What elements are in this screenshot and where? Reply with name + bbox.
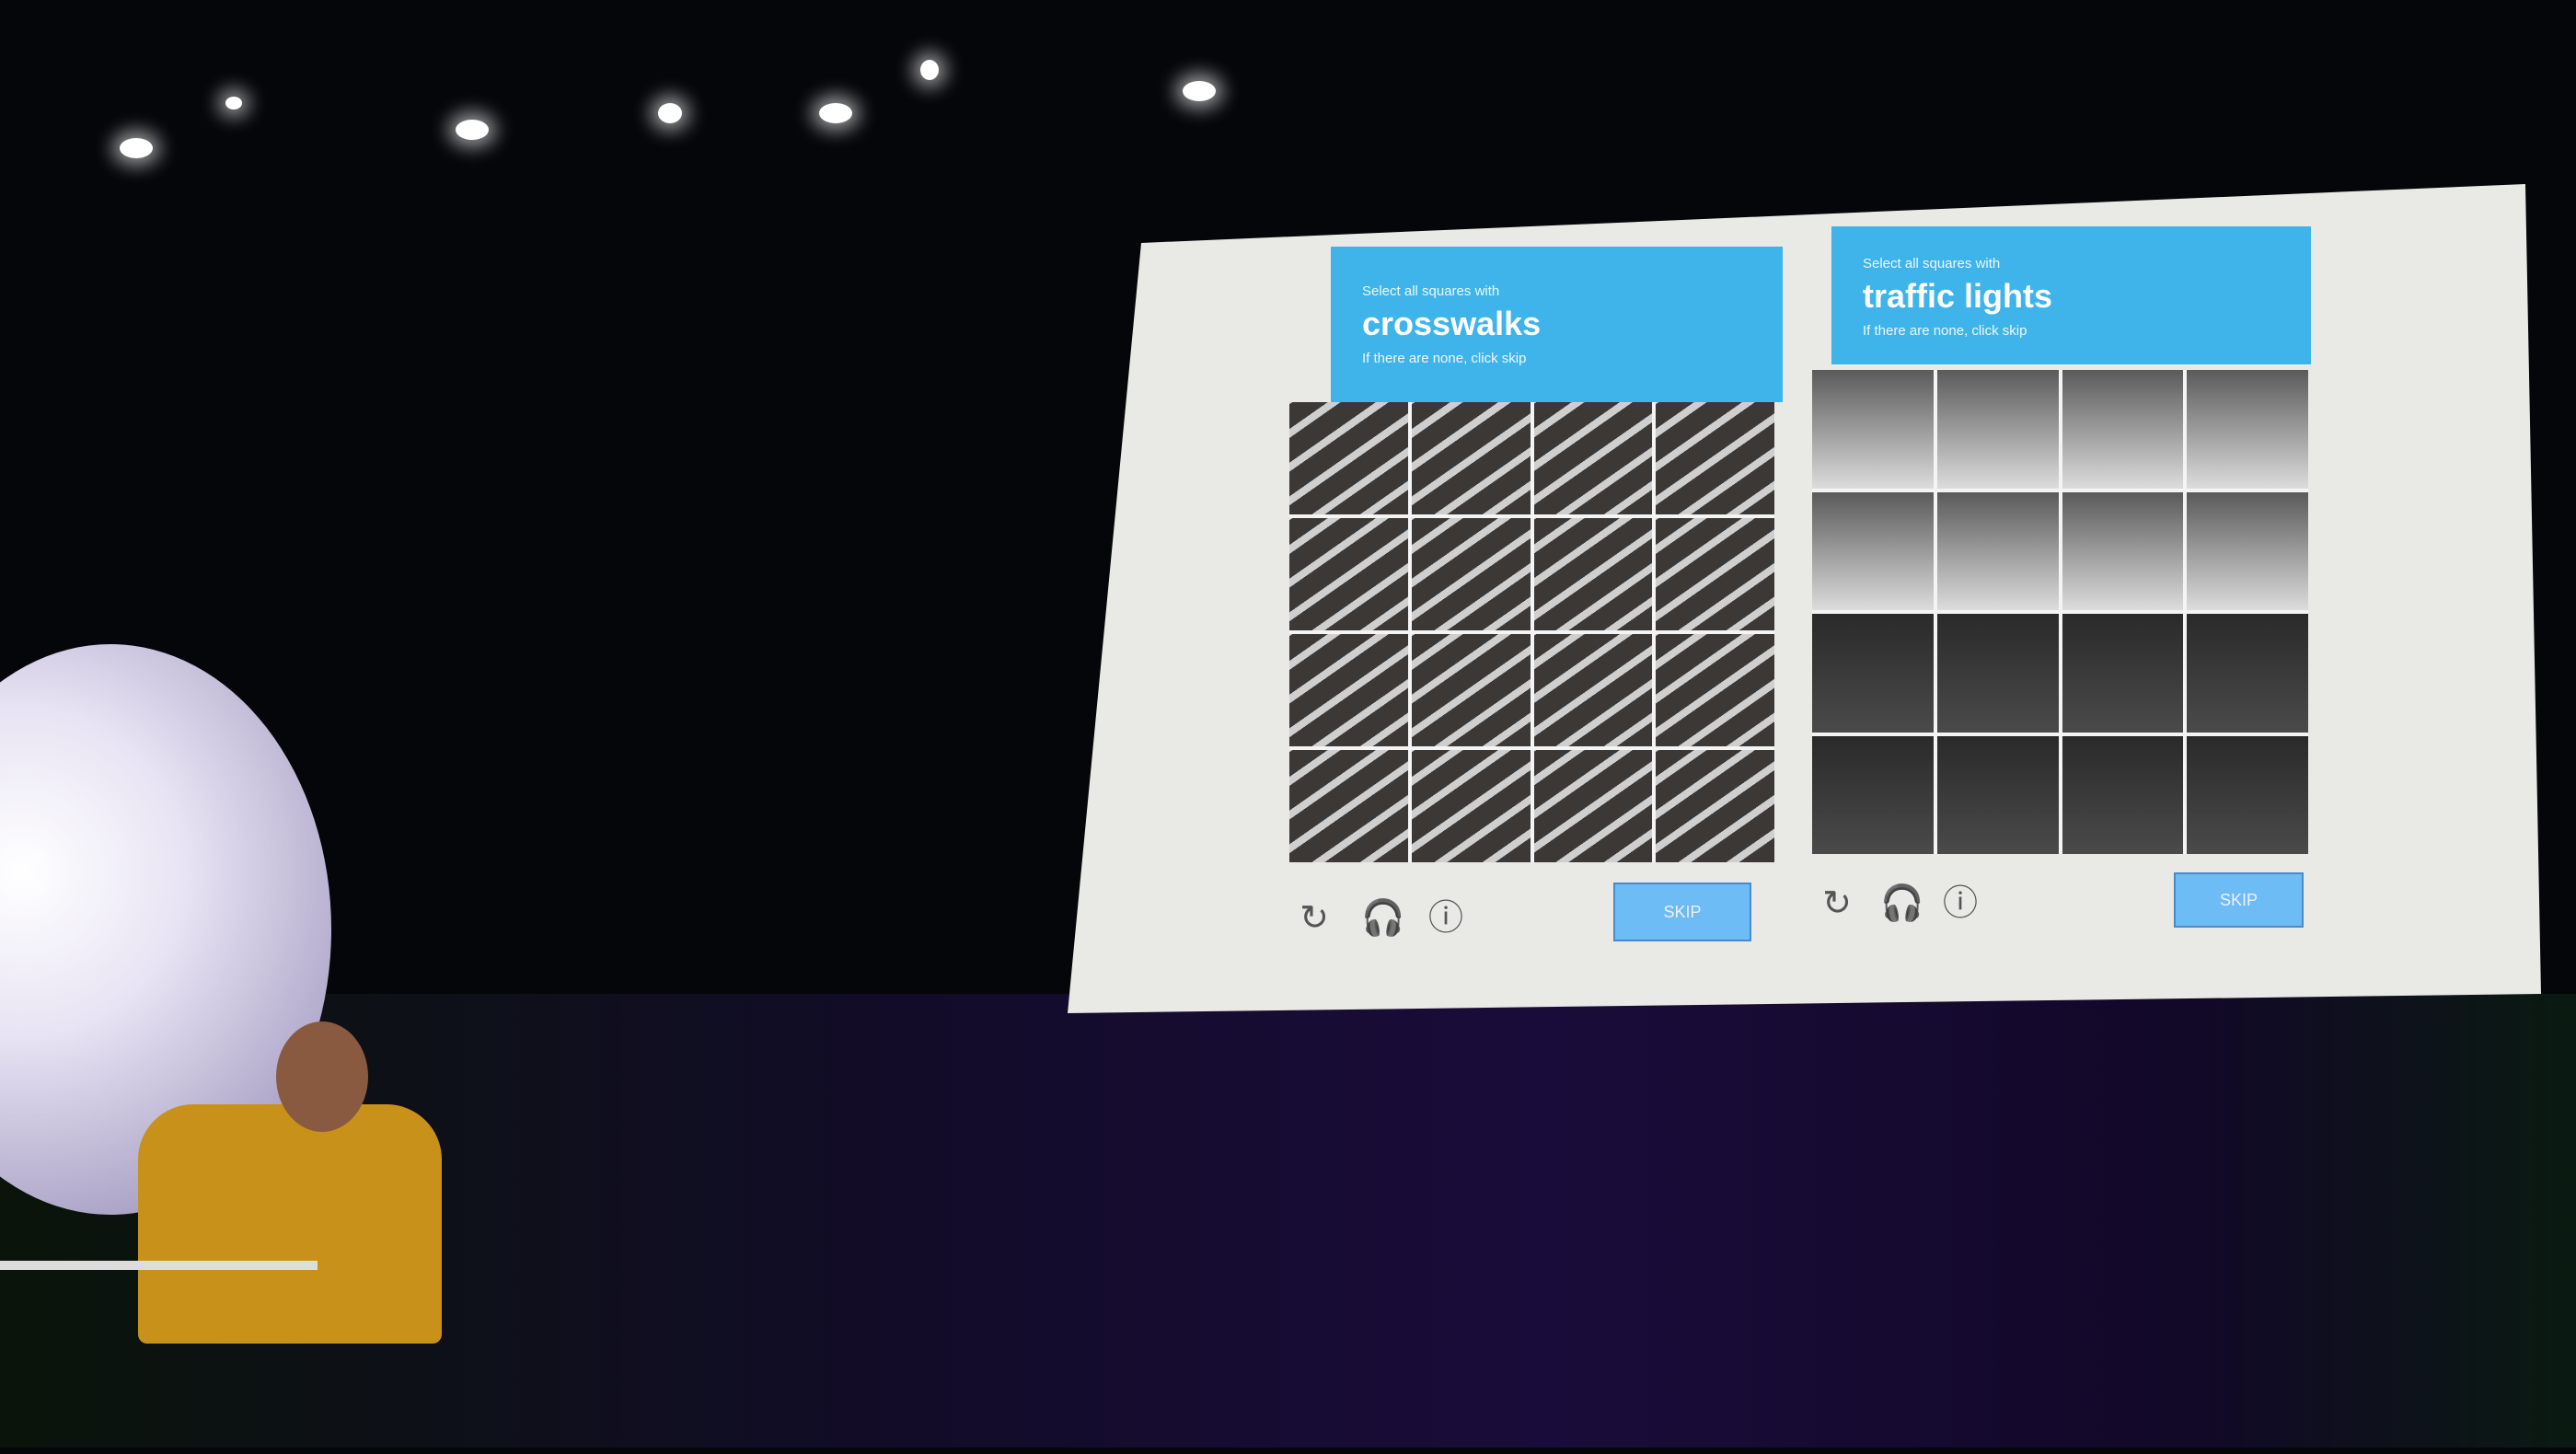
grid-tile[interactable] xyxy=(1411,402,1531,514)
grid-tile[interactable] xyxy=(1936,614,2059,733)
grid-tile[interactable] xyxy=(1411,518,1531,630)
stage-light xyxy=(225,97,242,110)
stage-light xyxy=(658,103,682,123)
grid-tile[interactable] xyxy=(1533,634,1653,746)
captcha-header-crosswalks: Select all squares with crosswalks If th… xyxy=(1331,247,1783,402)
grid-tile[interactable] xyxy=(1936,735,2059,854)
stage-light xyxy=(920,60,939,80)
grid-tile[interactable] xyxy=(1812,370,1934,489)
grid-tile[interactable] xyxy=(1812,491,1934,610)
reload-icon[interactable]: ↻ xyxy=(1819,885,1855,922)
captcha-prompt: Select all squares with xyxy=(1863,256,2001,271)
desk xyxy=(0,1261,318,1454)
grid-tile[interactable] xyxy=(1812,735,1934,854)
presenter-head xyxy=(276,1021,368,1132)
skip-button[interactable]: SKIP xyxy=(2174,872,2304,928)
grid-tile[interactable] xyxy=(1656,634,1774,746)
grid-tile[interactable] xyxy=(1533,402,1653,514)
grid-tile[interactable] xyxy=(2062,370,2184,489)
grid-tile[interactable] xyxy=(1656,518,1774,630)
grid-tile[interactable] xyxy=(1656,402,1774,514)
grid-tile[interactable] xyxy=(1936,370,2059,489)
stage-light xyxy=(819,103,852,123)
stage-light xyxy=(456,120,489,140)
grid-tile[interactable] xyxy=(1533,750,1653,862)
stage-light xyxy=(120,138,153,158)
grid-tile[interactable] xyxy=(2187,491,2308,610)
grid-tile[interactable] xyxy=(1289,750,1408,862)
grid-tile[interactable] xyxy=(1656,750,1774,862)
grid-tile[interactable] xyxy=(2062,735,2184,854)
grid-tile[interactable] xyxy=(1289,634,1408,746)
stage-light xyxy=(1183,81,1216,101)
reload-icon[interactable]: ↻ xyxy=(1296,900,1333,937)
info-icon[interactable]: ⓘ xyxy=(1942,885,1979,922)
grid-tile[interactable] xyxy=(1411,750,1531,862)
captcha-header-traffic-lights: Select all squares with traffic lights I… xyxy=(1831,226,2311,364)
skip-button[interactable]: SKIP xyxy=(1613,883,1751,941)
grid-tile[interactable] xyxy=(1812,614,1934,733)
grid-tile[interactable] xyxy=(1533,518,1653,630)
grid-tile[interactable] xyxy=(2187,614,2308,733)
captcha-hint: If there are none, click skip xyxy=(1863,323,2027,339)
captcha-hint: If there are none, click skip xyxy=(1362,351,1527,366)
grid-tile[interactable] xyxy=(2187,735,2308,854)
captcha-target: crosswalks xyxy=(1362,305,1542,342)
grid-tile[interactable] xyxy=(2187,370,2308,489)
grid-tile[interactable] xyxy=(1289,402,1408,514)
headphones-icon[interactable]: 🎧 xyxy=(1880,885,1923,922)
captcha-image-grid-crosswalks xyxy=(1289,402,1774,862)
headphones-icon[interactable]: 🎧 xyxy=(1361,900,1404,937)
grid-tile[interactable] xyxy=(2062,491,2184,610)
grid-tile[interactable] xyxy=(2062,614,2184,733)
captcha-target: traffic lights xyxy=(1863,277,2053,315)
info-icon[interactable]: ⓘ xyxy=(1427,900,1464,937)
grid-tile[interactable] xyxy=(1936,491,2059,610)
grid-tile[interactable] xyxy=(1411,634,1531,746)
grid-tile[interactable] xyxy=(1289,518,1408,630)
captcha-prompt: Select all squares with xyxy=(1362,283,1500,299)
captcha-image-grid-traffic-lights xyxy=(1812,370,2308,854)
